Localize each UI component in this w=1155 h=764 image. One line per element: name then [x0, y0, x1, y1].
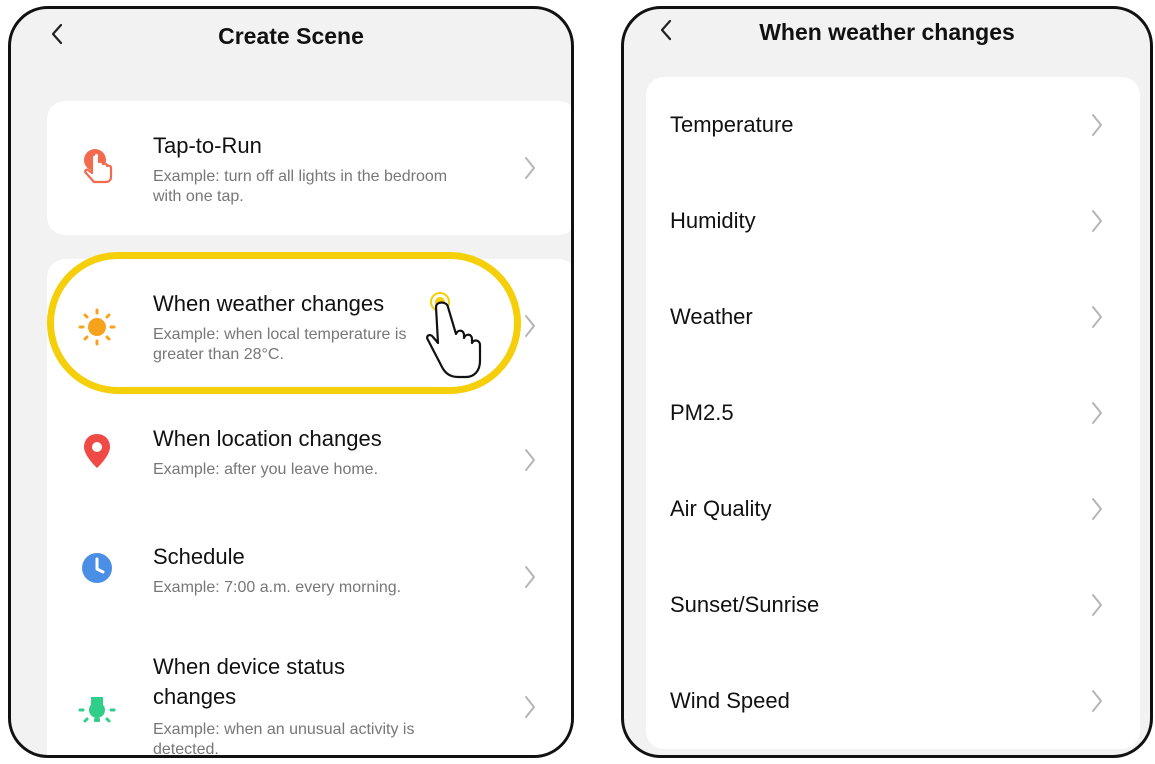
chevron-right-icon	[1092, 690, 1102, 712]
option-location-changes[interactable]: When location changes Example: after you…	[47, 409, 571, 499]
sun-icon	[77, 307, 117, 347]
chevron-right-icon	[1092, 306, 1102, 328]
option-device-status-changes[interactable]: When device status changes Example: when…	[47, 644, 571, 758]
list-item-pm25[interactable]: PM2.5	[646, 365, 1140, 461]
list-item-label: Sunset/Sunrise	[670, 592, 820, 617]
list-item-label: Air Quality	[670, 496, 772, 521]
option-title: When location changes	[153, 426, 382, 451]
option-description: Example: after you leave home.	[153, 461, 379, 478]
chevron-right-icon	[525, 315, 535, 337]
list-item-sunset-sunrise[interactable]: Sunset/Sunrise	[646, 557, 1140, 653]
option-title: When device status changes	[153, 654, 345, 709]
list-item-label: Wind Speed	[670, 688, 790, 713]
list-item-label: Weather	[670, 304, 753, 329]
option-schedule[interactable]: Schedule Example: 7:00 a.m. every mornin…	[47, 524, 571, 614]
chevron-right-icon	[525, 566, 535, 588]
option-description: Example: turn off all lights in the bedr…	[153, 168, 448, 205]
option-description: Example: when local temperature is great…	[153, 326, 407, 363]
top-bar: Create Scene	[11, 9, 571, 65]
list-item-label: PM2.5	[670, 400, 734, 425]
page-title: When weather changes	[759, 19, 1015, 45]
option-weather-changes[interactable]: When weather changes Example: when local…	[47, 259, 571, 379]
chevron-right-icon	[1092, 210, 1102, 232]
list-item-weather[interactable]: Weather	[646, 269, 1140, 365]
chevron-right-icon	[525, 449, 535, 471]
list-item-label: Humidity	[670, 208, 756, 233]
weather-options-card: Temperature Humidity Weather PM2.5 Air Q…	[646, 77, 1140, 749]
device-bulb-icon	[77, 688, 117, 728]
list-item-label: Temperature	[670, 112, 794, 137]
create-scene-screen: Create Scene Tap-to-Run Example: turn of…	[8, 6, 574, 758]
chevron-right-icon	[525, 157, 535, 179]
option-title: Tap-to-Run	[153, 133, 262, 158]
location-pin-icon	[77, 431, 117, 471]
option-description: Example: 7:00 a.m. every morning.	[153, 579, 402, 596]
option-title: When weather changes	[153, 291, 385, 316]
tap-to-run-card: Tap-to-Run Example: turn off all lights …	[47, 101, 571, 235]
option-tap-to-run[interactable]: Tap-to-Run Example: turn off all lights …	[47, 101, 571, 235]
list-item-wind-speed[interactable]: Wind Speed	[646, 653, 1140, 749]
list-item-air-quality[interactable]: Air Quality	[646, 461, 1140, 557]
list-item-humidity[interactable]: Humidity	[646, 173, 1140, 269]
tap-icon	[77, 147, 117, 187]
chevron-right-icon	[1092, 498, 1102, 520]
chevron-right-icon	[525, 696, 535, 718]
option-description: Example: when an unusual activity is det…	[153, 721, 415, 758]
conditions-card: When weather changes Example: when local…	[47, 259, 571, 758]
chevron-right-icon	[1092, 402, 1102, 424]
page-title: Create Scene	[218, 23, 364, 49]
clock-icon	[77, 548, 117, 588]
weather-changes-screen: When weather changes Temperature Humidit…	[621, 6, 1153, 758]
option-title: Schedule	[153, 544, 245, 569]
chevron-right-icon	[1092, 114, 1102, 136]
chevron-right-icon	[1092, 594, 1102, 616]
list-item-temperature[interactable]: Temperature	[646, 77, 1140, 173]
top-bar: When weather changes	[624, 9, 1150, 65]
